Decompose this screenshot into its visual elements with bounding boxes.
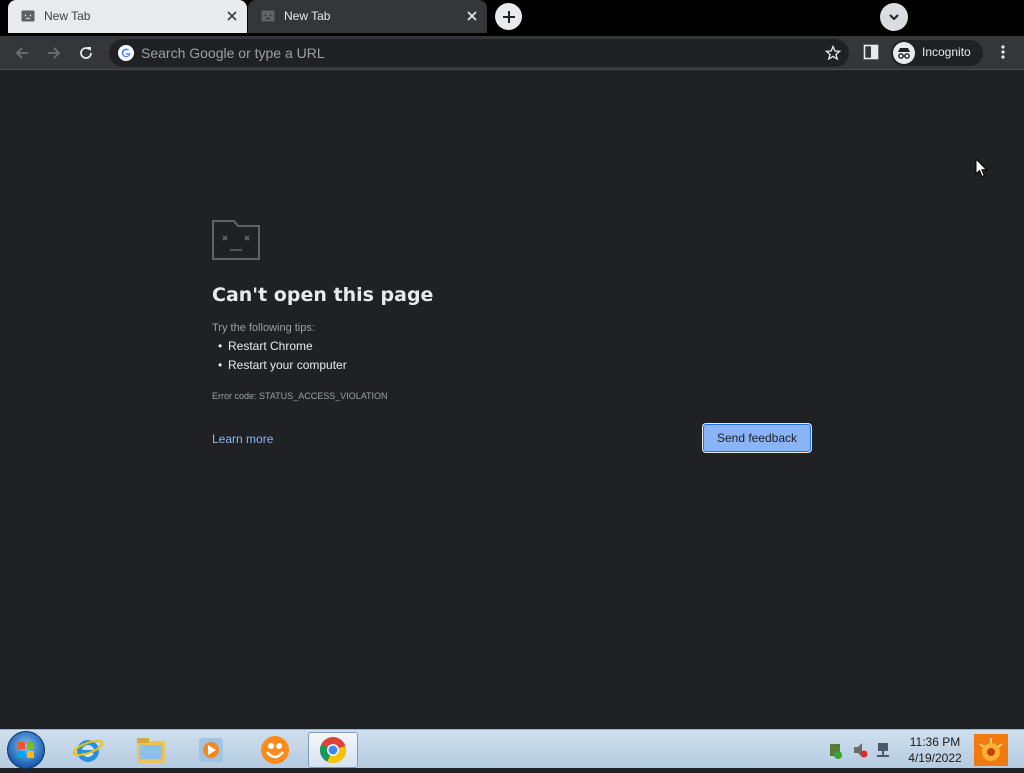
tip-text: Restart Chrome [228, 339, 313, 353]
forward-button[interactable] [43, 42, 65, 64]
taskbar-clock[interactable]: 11:36 PM 4/19/2022 [900, 734, 970, 766]
action-center-flag-icon [830, 744, 842, 759]
error-title: Can't open this page [212, 284, 434, 306]
mouse-cursor-icon [975, 158, 988, 178]
back-button[interactable] [11, 42, 33, 64]
media-player-icon [199, 738, 223, 762]
tab-new-tab-1[interactable]: New Tab [8, 0, 247, 33]
send-feedback-button[interactable]: Send feedback [702, 423, 812, 453]
learn-more-link[interactable]: Learn more [212, 432, 273, 446]
tab-title: New Tab [44, 9, 91, 23]
sad-page-icon [261, 10, 275, 22]
error-code: Error code: STATUS_ACCESS_VIOLATION [212, 391, 388, 401]
clock-date: 4/19/2022 [908, 751, 962, 765]
browser-toolbar: Incognito [0, 36, 1024, 70]
reload-button[interactable] [75, 42, 97, 64]
close-tab-icon[interactable] [465, 9, 479, 23]
tip-text: Restart your computer [228, 358, 347, 372]
start-button[interactable] [7, 731, 45, 769]
arrow-right-icon [48, 47, 61, 59]
chevron-down-icon [889, 14, 899, 21]
internet-explorer-icon [72, 740, 104, 762]
windows-taskbar: 11:36 PM 4/19/2022 [0, 729, 1024, 769]
incognito-profile-button[interactable]: Incognito [891, 40, 983, 66]
tips-heading: Try the following tips: [212, 322, 315, 334]
taskbar-media-player[interactable] [186, 732, 236, 768]
file-explorer-icon [137, 738, 165, 763]
tab-new-tab-2[interactable]: New Tab [248, 0, 487, 33]
tab-search-button[interactable] [880, 3, 908, 31]
taskbar-internet-explorer[interactable] [63, 732, 113, 768]
incognito-label: Incognito [922, 45, 971, 59]
close-tab-icon[interactable] [225, 9, 239, 23]
system-tray[interactable] [826, 740, 896, 760]
incognito-icon [893, 42, 915, 64]
network-icon [877, 743, 889, 757]
arrow-left-icon [15, 47, 28, 59]
address-bar[interactable] [109, 39, 849, 67]
uc-browser-icon [261, 736, 289, 764]
tab-title: New Tab [284, 9, 331, 23]
speaker-muted-icon [854, 743, 868, 758]
page-content: Can't open this page Try the following t… [0, 71, 1024, 729]
plus-icon [502, 10, 515, 23]
reload-icon [80, 47, 92, 59]
windows-logo-icon [18, 742, 34, 758]
clock-time: 11:36 PM [909, 735, 961, 749]
chrome-icon [319, 737, 347, 764]
tip-item: • Restart Chrome [218, 339, 313, 353]
side-panel-icon[interactable] [863, 44, 879, 60]
bookmark-star-icon[interactable] [825, 45, 841, 61]
show-desktop-thumbnail[interactable] [974, 734, 1008, 766]
tip-item: • Restart your computer [218, 358, 347, 372]
sad-page-icon [21, 10, 35, 22]
kebab-menu-icon[interactable] [995, 44, 1011, 60]
sad-folder-icon [212, 220, 260, 260]
taskbar-file-explorer[interactable] [126, 732, 176, 768]
taskbar-chrome[interactable] [308, 732, 358, 768]
tab-strip: New Tab New Tab [0, 0, 1024, 36]
new-tab-button[interactable] [495, 3, 522, 30]
address-input[interactable] [141, 43, 801, 63]
google-icon [118, 45, 134, 61]
taskbar-uc-browser[interactable] [250, 732, 300, 768]
